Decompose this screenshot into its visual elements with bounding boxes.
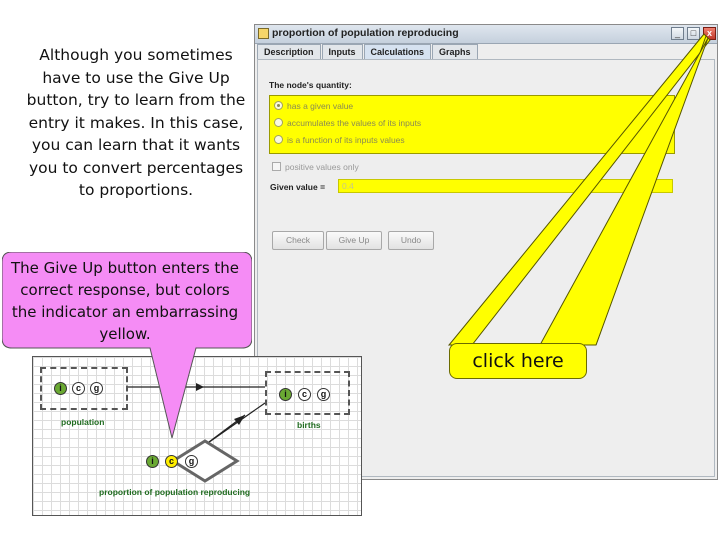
indicator-g: g (317, 388, 330, 401)
indicator-c-gave-up: c (165, 455, 178, 468)
indicator-c: c (298, 388, 311, 401)
node-births[interactable]: i c g (265, 371, 350, 415)
indicator-i: i (279, 388, 292, 401)
give-up-note: The Give Up button enters the correct re… (10, 259, 240, 343)
indicator-i: i (146, 455, 159, 468)
node-label-proportion: proportion of population reproducing (99, 487, 251, 497)
indicator-g: g (185, 455, 198, 468)
node-label-births: births (297, 420, 321, 430)
click-here-callout: click here (449, 343, 587, 379)
